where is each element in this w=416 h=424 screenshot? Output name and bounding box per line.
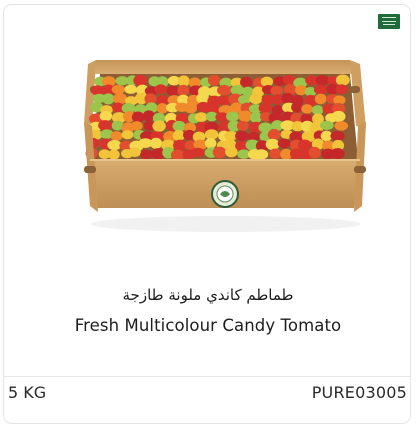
tomato	[235, 130, 249, 142]
product-name-arabic: طماطم كاندي ملونة طازجة	[122, 286, 294, 304]
tomato	[319, 120, 334, 131]
tomato	[289, 148, 303, 160]
tomato	[335, 84, 348, 95]
tomato	[140, 149, 154, 160]
tomato	[331, 110, 346, 122]
tomato	[121, 130, 134, 140]
tomato	[108, 149, 120, 160]
tomato	[267, 129, 281, 141]
product-sku: PURE03005	[311, 383, 407, 402]
tomato	[204, 137, 217, 149]
tomato	[111, 84, 125, 95]
tomato	[254, 149, 269, 160]
tomato	[315, 75, 330, 86]
tomato	[291, 101, 303, 113]
tomato	[270, 85, 284, 96]
tomato	[194, 112, 208, 123]
tomato	[335, 74, 350, 86]
tomato	[98, 120, 113, 131]
tomato	[172, 129, 185, 142]
tomato	[124, 84, 138, 94]
tomato	[301, 104, 313, 114]
tomato	[128, 147, 142, 158]
product-weight: 5 KG	[8, 383, 47, 402]
tomato	[102, 93, 115, 105]
tomato	[311, 105, 324, 115]
product-image[interactable]	[84, 56, 366, 236]
tomato	[238, 94, 251, 105]
origin-flag-icon	[378, 14, 400, 29]
tomato	[152, 120, 166, 132]
tomato	[177, 84, 190, 97]
tomato	[133, 74, 148, 87]
tomato	[207, 74, 221, 86]
tomato	[99, 110, 113, 122]
tomato	[249, 93, 263, 105]
tomato	[269, 148, 282, 159]
tomato	[112, 92, 128, 105]
tomato	[150, 137, 163, 149]
tomato	[110, 131, 123, 141]
tomato	[225, 146, 238, 158]
tomato	[217, 85, 232, 96]
flag-sword-icon	[383, 24, 395, 25]
tomato	[334, 121, 349, 131]
tomato	[190, 147, 205, 158]
tomato	[258, 103, 272, 114]
tomato	[226, 111, 240, 122]
tomato	[154, 84, 167, 95]
flag-script-icon	[382, 17, 396, 22]
card-divider	[4, 376, 410, 377]
tomato	[212, 146, 227, 159]
tomato	[184, 102, 198, 114]
tomato	[236, 120, 249, 131]
tomato	[330, 148, 345, 160]
tomato	[130, 121, 143, 131]
tomato	[313, 84, 328, 95]
tomato	[166, 85, 180, 97]
tomato	[314, 93, 327, 105]
tomato	[240, 76, 253, 88]
tomato	[265, 138, 280, 151]
tomato	[277, 138, 291, 149]
product-name-english: Fresh Multicolour Candy Tomato	[74, 316, 342, 335]
tomato	[131, 111, 145, 123]
tomato	[308, 146, 321, 159]
tomato	[330, 131, 345, 141]
tomato	[297, 139, 312, 151]
